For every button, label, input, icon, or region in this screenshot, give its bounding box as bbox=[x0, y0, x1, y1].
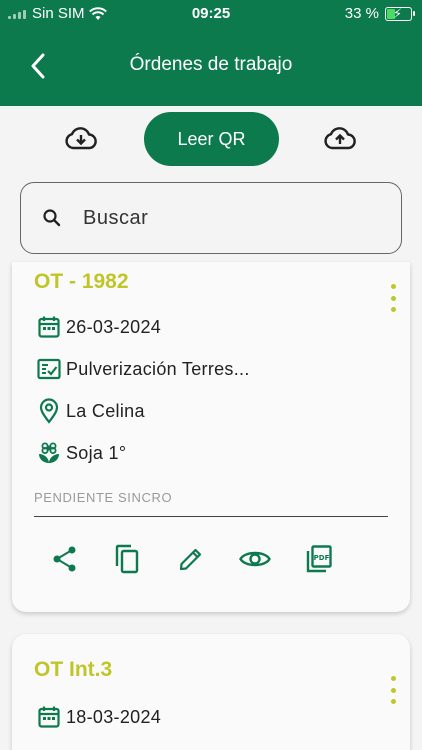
calendar-icon bbox=[36, 704, 62, 730]
order-crop: Soja 1° bbox=[66, 442, 127, 463]
order-date: 18-03-2024 bbox=[66, 706, 162, 727]
task-checklist-icon bbox=[36, 356, 62, 382]
page-title: Órdenes de trabajo bbox=[129, 54, 293, 75]
share-button[interactable] bbox=[48, 542, 82, 576]
search-icon bbox=[41, 207, 63, 229]
download-button[interactable] bbox=[64, 124, 98, 154]
divider bbox=[34, 516, 388, 517]
more-options-button[interactable] bbox=[386, 284, 400, 312]
pdf-button[interactable]: PDF bbox=[302, 542, 336, 576]
battery-percent: 33 % bbox=[344, 5, 379, 22]
order-title: OT Int.3 bbox=[34, 658, 113, 681]
order-location: La Celina bbox=[66, 400, 145, 421]
eye-icon bbox=[239, 551, 271, 567]
order-card[interactable]: OT Int.3 18-03-2024 bbox=[12, 634, 410, 750]
copy-icon bbox=[115, 544, 139, 574]
order-task-row: Pulverización Terres... bbox=[36, 356, 250, 382]
status-label: PENDIENTE SINCRO bbox=[34, 490, 173, 505]
calendar-icon bbox=[36, 314, 62, 340]
location-pin-icon bbox=[36, 398, 62, 424]
svg-text:PDF: PDF bbox=[314, 554, 330, 562]
read-qr-button[interactable]: Leer QR bbox=[144, 112, 279, 166]
order-date-row: 26-03-2024 bbox=[36, 314, 161, 340]
pdf-icon: PDF bbox=[306, 545, 332, 573]
view-button[interactable] bbox=[238, 542, 272, 576]
status-right: 33 % ⚡ bbox=[344, 5, 415, 22]
order-crop-row: Soja 1° bbox=[36, 440, 126, 466]
search-input[interactable] bbox=[83, 206, 383, 230]
upload-button[interactable] bbox=[323, 124, 357, 154]
plant-flower-icon bbox=[36, 440, 62, 466]
cloud-download-icon bbox=[65, 127, 97, 150]
order-location-row: La Celina bbox=[36, 398, 145, 424]
cloud-upload-icon bbox=[324, 127, 356, 150]
share-icon bbox=[53, 546, 76, 572]
status-bar: Sin SIM 09:25 33 % ⚡ bbox=[0, 0, 422, 30]
battery-icon: ⚡ bbox=[385, 6, 415, 21]
order-card[interactable]: OT - 1982 26-03-2024 Pulverización Terre… bbox=[12, 262, 410, 612]
more-options-button[interactable] bbox=[386, 676, 400, 704]
order-task: Pulverización Terres... bbox=[66, 358, 250, 379]
pencil-icon bbox=[179, 548, 202, 571]
app-header: Sin SIM 09:25 33 % ⚡ Órdenes de trabajo bbox=[0, 0, 422, 106]
order-title: OT - 1982 bbox=[34, 270, 129, 293]
order-date: 26-03-2024 bbox=[66, 316, 162, 337]
toolbar: Leer QR bbox=[0, 112, 422, 166]
edit-button[interactable] bbox=[174, 542, 208, 576]
search-box bbox=[20, 182, 402, 254]
order-date-row: 18-03-2024 bbox=[36, 704, 161, 730]
duplicate-button[interactable] bbox=[110, 542, 144, 576]
